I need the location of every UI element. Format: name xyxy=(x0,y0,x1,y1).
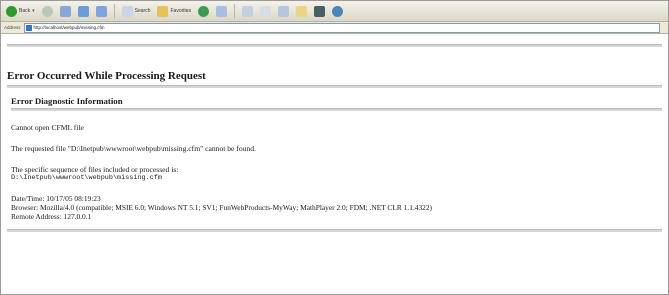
back-label: Back xyxy=(19,8,31,14)
refresh-icon xyxy=(77,5,89,17)
favorites-button[interactable]: Favorites xyxy=(155,3,193,19)
sequence-intro: The specific sequence of files included … xyxy=(11,165,179,174)
browser-window: Back ▾ Search Favorites Address http://l… xyxy=(0,0,669,295)
stop-button[interactable] xyxy=(58,3,73,19)
home-icon xyxy=(95,5,107,17)
mail-button[interactable] xyxy=(240,3,255,19)
media-icon xyxy=(198,5,210,17)
edit-button[interactable] xyxy=(276,3,291,19)
home-button[interactable] xyxy=(94,3,109,19)
toolbar-separator-2 xyxy=(234,4,236,18)
remote-address: Remote Address: 127.0.0.1 xyxy=(11,212,92,221)
address-label: Address xyxy=(4,25,21,30)
messenger-button[interactable] xyxy=(330,3,345,19)
forward-button[interactable] xyxy=(40,3,55,19)
page-icon xyxy=(25,24,32,31)
forward-icon xyxy=(41,5,53,17)
print-button[interactable] xyxy=(258,3,273,19)
section-divider xyxy=(11,108,662,111)
browser-info: Browser: Mozilla/4.0 (compatible; MSIE 6… xyxy=(11,203,432,212)
toolbar-separator xyxy=(113,4,115,18)
title-divider xyxy=(7,85,662,88)
search-label: Search xyxy=(134,8,151,14)
bottom-divider xyxy=(7,229,662,232)
page-content: Error Occurred While Processing Request … xyxy=(1,44,668,232)
refresh-button[interactable] xyxy=(76,3,91,19)
address-bar: Address http://localhost/webpub/missing.… xyxy=(1,22,668,34)
address-url: http://localhost/webpub/missing.cfm xyxy=(33,25,105,30)
sequence-path: D:\Inetpub\wwwroot\webpub\missing.cfm xyxy=(11,174,162,182)
search-icon xyxy=(121,5,133,17)
research-button[interactable] xyxy=(312,3,327,19)
address-input[interactable]: http://localhost/webpub/missing.cfm xyxy=(23,22,660,33)
favorites-icon xyxy=(157,5,169,17)
search-button[interactable]: Search xyxy=(120,3,153,19)
messenger-icon xyxy=(314,5,326,17)
back-dropdown-icon[interactable]: ▾ xyxy=(32,8,35,14)
history-button[interactable] xyxy=(214,3,229,19)
back-button[interactable]: Back ▾ xyxy=(4,3,37,19)
print-icon xyxy=(260,5,272,17)
error-heading: Cannot open CFML file xyxy=(11,123,84,132)
browser-toolbar: Back ▾ Search Favorites xyxy=(1,1,668,22)
error-detail: The requested file "D:\Inetpub\wwwroot\w… xyxy=(11,144,256,153)
history-icon xyxy=(216,5,228,17)
edit-icon xyxy=(278,5,290,17)
top-divider xyxy=(7,44,662,47)
messenger-person-icon xyxy=(332,5,344,17)
date-time: Date/Time: 10/17/05 08:19:23 xyxy=(11,194,101,203)
stop-icon xyxy=(59,5,71,17)
page-title: Error Occurred While Processing Request xyxy=(7,70,206,82)
mail-icon xyxy=(242,5,254,17)
back-icon xyxy=(6,5,17,17)
discuss-button[interactable] xyxy=(294,3,309,19)
discuss-icon xyxy=(296,5,308,17)
favorites-label: Favorites xyxy=(170,8,192,14)
media-button[interactable] xyxy=(196,3,211,19)
section-title: Error Diagnostic Information xyxy=(11,96,123,106)
